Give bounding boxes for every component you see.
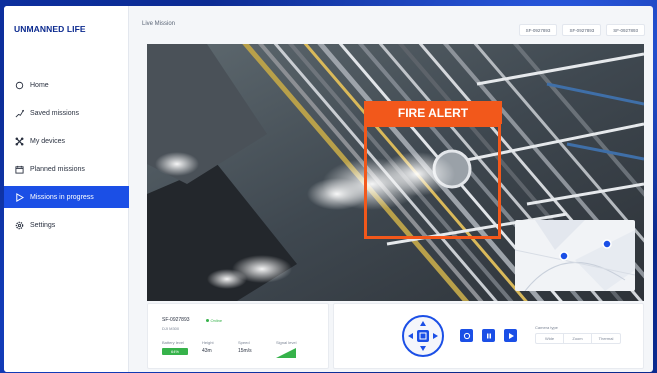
sidebar-item-home[interactable]: Home — [4, 74, 129, 96]
pause-icon — [486, 333, 491, 338]
calendar-icon — [14, 164, 24, 174]
camera-type-control: Camera type Wide Zoom Thermal — [535, 325, 621, 344]
sidebar-item-planned-missions[interactable]: Planned missions — [4, 158, 129, 180]
battery-value: 64% — [170, 349, 179, 354]
gear-icon — [14, 220, 24, 230]
sidebar: UNMANNED LIFE Home Saved missions My dev… — [4, 6, 129, 372]
camera-option-thermal[interactable]: Thermal — [592, 334, 620, 343]
height-value: 43m — [202, 348, 212, 354]
app-window: UNMANNED LIFE Home Saved missions My dev… — [4, 6, 653, 372]
pause-button[interactable] — [482, 329, 495, 342]
fire-alert-bounding-box — [364, 124, 501, 239]
sidebar-item-label: Home — [30, 81, 49, 89]
device-tab[interactable]: SF-0927893 — [562, 24, 602, 36]
mini-map[interactable] — [515, 220, 635, 291]
sidebar-item-label: Saved missions — [30, 109, 80, 117]
device-tabs: SF-0927893 SF-0927893 SF-0927893 — [518, 24, 645, 36]
signal-label: Signal level — [276, 340, 297, 345]
arrow-right-icon[interactable] — [433, 333, 438, 339]
online-dot-icon — [205, 318, 209, 322]
sidebar-item-label: Missions in progress — [30, 193, 94, 201]
drone-icon — [14, 136, 24, 146]
camera-type-label: Camera type — [535, 325, 558, 330]
camera-option-zoom[interactable]: Zoom — [564, 334, 592, 343]
arrow-left-icon[interactable] — [408, 333, 413, 339]
device-model: DJI M300 — [162, 326, 180, 331]
sidebar-item-label: Planned missions — [30, 165, 85, 173]
direction-pad[interactable] — [402, 315, 444, 357]
page-title: Live Mission — [142, 21, 176, 27]
signal-strength-icon — [276, 348, 296, 358]
play-icon — [508, 332, 514, 339]
sidebar-item-missions-in-progress[interactable]: Missions in progress — [4, 186, 129, 208]
sidebar-item-my-devices[interactable]: My devices — [4, 130, 129, 152]
arrow-up-icon[interactable] — [420, 321, 426, 326]
brand-logo: UNMANNED LIFE — [14, 24, 86, 34]
telemetry-panel: SF-0927893 Online DJI M300 Battery level… — [147, 303, 329, 369]
device-id: SF-0927893 — [162, 317, 190, 323]
circle-icon — [463, 332, 470, 339]
sidebar-item-label: Settings — [30, 221, 56, 229]
arrow-down-icon[interactable] — [420, 346, 426, 351]
route-icon — [14, 108, 24, 118]
fire-alert-label: FIRE ALERT — [364, 101, 502, 124]
speed-label: Speed — [238, 340, 250, 345]
live-video-feed: FIRE ALERT — [147, 44, 644, 301]
status-badge: Online — [210, 317, 223, 323]
play-button[interactable] — [504, 329, 517, 342]
center-button[interactable] — [417, 330, 429, 342]
sidebar-item-label: My devices — [30, 137, 66, 145]
device-tab[interactable]: SF-0927893 — [518, 24, 558, 36]
return-button[interactable] — [460, 329, 473, 342]
height-label: Height — [202, 340, 214, 345]
play-icon — [14, 192, 24, 202]
sidebar-item-saved-missions[interactable]: Saved missions — [4, 102, 129, 124]
battery-label: Battery level — [162, 340, 185, 345]
speed-value: 15m/s — [238, 348, 252, 354]
camera-option-wide[interactable]: Wide — [536, 334, 564, 343]
sidebar-nav: Home Saved missions My devices Planned m… — [4, 74, 129, 242]
sidebar-item-settings[interactable]: Settings — [4, 214, 129, 236]
home-icon — [14, 80, 24, 90]
battery-level-bar: 64% — [162, 348, 188, 355]
device-tab[interactable]: SF-0927893 — [606, 24, 645, 36]
